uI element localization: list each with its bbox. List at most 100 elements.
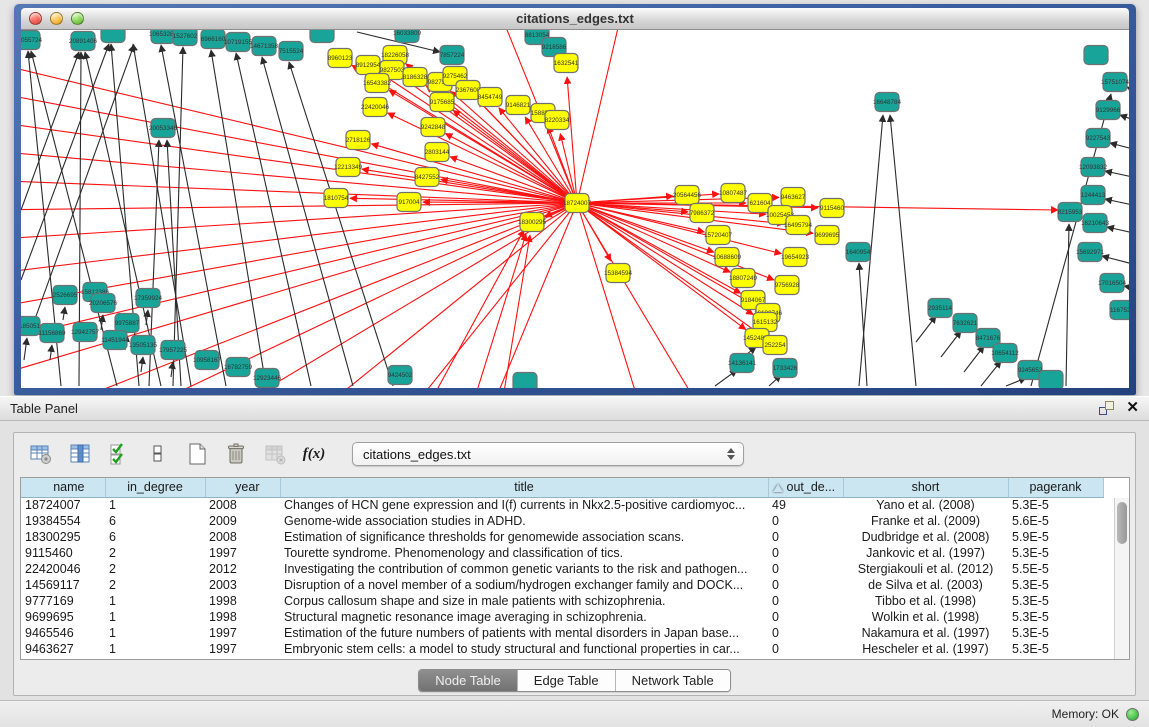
table-cell[interactable]: 18300295: [21, 529, 105, 545]
table-cell[interactable]: Nakamura et al. (1997): [843, 625, 1008, 641]
new-table-icon[interactable]: [184, 441, 210, 467]
table-cell[interactable]: 5.3E-5: [1008, 609, 1103, 625]
graph-node[interactable]: 11156869: [38, 324, 66, 343]
graph-node[interactable]: 12923446: [253, 369, 282, 388]
column-header-short[interactable]: short: [843, 478, 1008, 497]
table-cell[interactable]: Investigating the contribution of common…: [280, 561, 768, 577]
table-cell[interactable]: Embryonic stem cells: a model to study s…: [280, 641, 768, 657]
table-row[interactable]: 1872400712008Changes of HCN gene express…: [21, 497, 1103, 513]
table-row[interactable]: 2242004622012Investigating the contribut…: [21, 561, 1103, 577]
graph-node[interactable]: 8220334: [545, 111, 570, 130]
table-cell[interactable]: 5.3E-5: [1008, 625, 1103, 641]
close-window-icon[interactable]: [29, 12, 42, 25]
graph-node[interactable]: 20891406: [69, 32, 98, 51]
graph-node[interactable]: [1084, 46, 1108, 65]
table-cell[interactable]: 2008: [205, 529, 280, 545]
minimize-window-icon[interactable]: [50, 12, 63, 25]
import-table-icon[interactable]: [262, 441, 288, 467]
table-cell[interactable]: 0: [768, 625, 843, 641]
graph-node[interactable]: 16543382: [363, 74, 392, 93]
graph-node[interactable]: 8186328: [403, 68, 428, 87]
graph-node[interactable]: 15692971: [1076, 243, 1105, 262]
graph-node[interactable]: 15751074: [1101, 73, 1129, 92]
table-cell[interactable]: 0: [768, 577, 843, 593]
table-row[interactable]: 977716911998Corpus callosum shape and si…: [21, 593, 1103, 609]
table-cell[interactable]: 19384554: [21, 513, 105, 529]
table-cell[interactable]: 2: [105, 561, 205, 577]
table-cell[interactable]: 5.3E-5: [1008, 593, 1103, 609]
graph-node[interactable]: 1733426: [773, 359, 798, 378]
graph-node[interactable]: 16495794: [784, 216, 813, 235]
table-cell[interactable]: 9777169: [21, 593, 105, 609]
table-cell[interactable]: Jankovic et al. (1997): [843, 545, 1008, 561]
delete-table-icon[interactable]: [223, 441, 249, 467]
table-cell[interactable]: 5.6E-5: [1008, 513, 1103, 529]
table-cell[interactable]: 6: [105, 513, 205, 529]
graph-node[interactable]: 16033809: [393, 30, 422, 43]
table-settings-icon[interactable]: [28, 441, 54, 467]
table-cell[interactable]: 1998: [205, 593, 280, 609]
graph-node[interactable]: 2526695: [53, 286, 78, 305]
graph-node[interactable]: 7632621: [953, 314, 978, 333]
graph-node[interactable]: 12213349: [334, 158, 363, 177]
graph-node[interactable]: 11451944: [101, 331, 129, 350]
column-header-year[interactable]: year: [205, 478, 280, 497]
table-cell[interactable]: Yano et al. (2008): [843, 497, 1008, 513]
graph-node[interactable]: [101, 30, 125, 43]
graph-node[interactable]: 7515524: [279, 42, 304, 61]
column-header-out_de[interactable]: out_de...: [768, 478, 843, 497]
close-panel-icon[interactable]: ✕: [1126, 401, 1139, 415]
table-cell[interactable]: Estimation of significance thresholds fo…: [280, 529, 768, 545]
graph-node[interactable]: 9463627: [781, 188, 806, 207]
graph-node[interactable]: 14136141: [728, 354, 757, 373]
function-builder-icon[interactable]: f(x): [301, 441, 327, 467]
table-cell[interactable]: 2003: [205, 577, 280, 593]
table-cell[interactable]: Tourette syndrome. Phenomenology and cla…: [280, 545, 768, 561]
column-header-name[interactable]: name: [21, 478, 105, 497]
float-panel-icon[interactable]: [1099, 401, 1114, 415]
table-cell[interactable]: 2: [105, 545, 205, 561]
table-cell[interactable]: 49: [768, 497, 843, 513]
table-cell[interactable]: 1: [105, 593, 205, 609]
graph-node[interactable]: 9146821: [506, 96, 531, 115]
graph-node[interactable]: 14671358: [250, 37, 279, 56]
graph-node[interactable]: 7857224: [440, 46, 465, 65]
graph-node[interactable]: 2935114: [928, 299, 953, 318]
table-cell[interactable]: 1997: [205, 545, 280, 561]
table-cell[interactable]: 5.9E-5: [1008, 529, 1103, 545]
graph-node[interactable]: 18300295: [518, 213, 547, 232]
graph-node[interactable]: 20206576: [89, 294, 118, 313]
network-window-titlebar[interactable]: citations_edges.txt: [21, 8, 1129, 30]
graph-node[interactable]: 9227543: [1086, 129, 1111, 148]
graph-node[interactable]: 1810754: [324, 189, 349, 208]
table-cell[interactable]: 0: [768, 609, 843, 625]
graph-node[interactable]: 10958167: [193, 351, 222, 370]
table-cell[interactable]: 1: [105, 641, 205, 657]
graph-node[interactable]: 8960123: [328, 49, 353, 68]
table-cell[interactable]: de Silva et al. (2003): [843, 577, 1008, 593]
graph-node[interactable]: 10807487: [719, 184, 748, 203]
table-cell[interactable]: Changes of HCN gene expression and I(f) …: [280, 497, 768, 513]
tab-edge-table[interactable]: Edge Table: [517, 670, 615, 691]
graph-node[interactable]: 9129966: [1096, 101, 1121, 120]
graph-node[interactable]: 9756928: [775, 276, 800, 295]
table-cell[interactable]: 2009: [205, 513, 280, 529]
graph-node[interactable]: 22420046: [361, 98, 390, 117]
table-cell[interactable]: 0: [768, 545, 843, 561]
table-cell[interactable]: Tibbo et al. (1998): [843, 593, 1008, 609]
table-cell[interactable]: 1: [105, 497, 205, 513]
column-header-in_degree[interactable]: in_degree: [105, 478, 205, 497]
table-cell[interactable]: 5.3E-5: [1008, 497, 1103, 513]
table-cell[interactable]: 9115460: [21, 545, 105, 561]
table-cell[interactable]: Structural magnetic resonance image aver…: [280, 609, 768, 625]
scrollbar-thumb[interactable]: [1117, 502, 1127, 544]
table-cell[interactable]: 2008: [205, 497, 280, 513]
graph-node[interactable]: 1244413: [1081, 186, 1106, 205]
graph-node[interactable]: [513, 373, 537, 389]
graph-node[interactable]: 15720407: [704, 226, 733, 245]
table-cell[interactable]: Franke et al. (2009): [843, 513, 1008, 529]
table-cell[interactable]: Dudbridge et al. (2008): [843, 529, 1008, 545]
node-table-body[interactable]: 1872400712008Changes of HCN gene express…: [21, 497, 1103, 657]
graph-node[interactable]: 9699695: [815, 226, 840, 245]
table-cell[interactable]: 14569117: [21, 577, 105, 593]
